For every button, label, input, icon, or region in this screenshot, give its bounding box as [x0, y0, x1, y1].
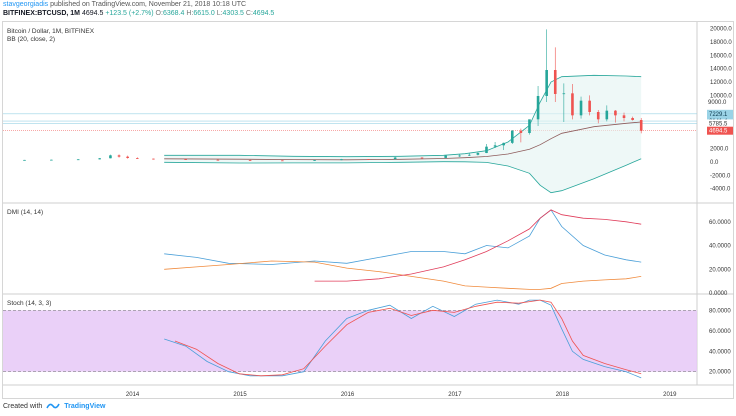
candle-body [622, 115, 626, 118]
candle-body [528, 119, 531, 133]
time-tick-label: 2016 [341, 392, 355, 398]
candle-body [50, 159, 53, 161]
price-tick-label: 9000.0 [708, 100, 727, 106]
candle-body [109, 155, 112, 159]
candle-body [545, 70, 548, 96]
price-tick-label: 10000.0 [710, 93, 732, 99]
candle-body [367, 159, 370, 160]
candle-body [458, 155, 461, 157]
candle-body [444, 155, 447, 158]
candle-body [596, 112, 600, 120]
stoch-pane-title: Stoch (14, 3, 3) [7, 300, 51, 307]
bb-indicator-label: BB (20, close, 2) [7, 36, 55, 43]
candle-body [117, 155, 121, 157]
candle-body [553, 70, 557, 94]
dmi-tick-label: 0.0000 [709, 291, 728, 297]
candle-body [485, 146, 488, 153]
bb-basis-price-tag: 5785.5 [709, 121, 728, 127]
dmi-tick-label: 40.0000 [709, 244, 731, 250]
candle-body [562, 93, 566, 95]
dmi-pane-title: DMI (14, 14) [7, 209, 43, 216]
candle-body [340, 159, 343, 161]
time-tick-label: 2015 [233, 392, 247, 398]
candle-body [393, 157, 397, 160]
candle-body [152, 158, 155, 160]
candle-body [136, 158, 139, 159]
price-tick-label: -2000.0 [710, 173, 731, 179]
candle-body [493, 145, 497, 147]
time-tick-label: 2019 [663, 392, 677, 398]
price-tick-label: 18000.0 [710, 40, 732, 46]
stoch-tick-label: 40.0000 [709, 349, 731, 355]
candle-body [536, 96, 540, 120]
candle-body [126, 156, 129, 158]
candle-body [605, 110, 609, 120]
stoch-tick-label: 20.0000 [709, 370, 731, 376]
candle-body [420, 157, 424, 159]
price-tick-label: 14000.0 [710, 67, 732, 73]
price-tick-label: 2000.0 [710, 147, 729, 153]
di-plus-line [164, 209, 642, 265]
last-price-tag: 4694.5 [709, 129, 728, 135]
main-pane-title: Bitcoin / Dollar, 1M, BITFINEX [7, 28, 95, 35]
candle-body [510, 130, 514, 143]
chart-canvas[interactable]: -4000.0 -2000.0 0.0 2000.0 10000.0 12000.0 140… [0, 0, 736, 416]
tradingview-logo-icon [46, 403, 61, 409]
price-tick-label: 20000.0 [710, 27, 732, 33]
candle-body [639, 120, 643, 131]
adx-line [314, 209, 642, 282]
dmi-tick-label: 60.0000 [709, 220, 731, 226]
candle-body [588, 100, 591, 112]
price-tick-label: 0.0 [710, 160, 719, 166]
price-tick-label: -4000.0 [710, 187, 731, 193]
candle-body [502, 142, 505, 146]
candle-body [281, 160, 284, 162]
tradingview-brand[interactable]: TradingView [64, 403, 105, 410]
time-tick-label: 2018 [556, 392, 570, 398]
bb-upper-price-tag: 7229.1 [709, 112, 728, 118]
time-tick-label: 2014 [126, 392, 140, 398]
candle-body [216, 159, 220, 161]
candle-body [184, 159, 187, 160]
price-tick-label: 12000.0 [710, 80, 732, 86]
candle-body [571, 93, 574, 116]
dmi-tick-label: 20.0000 [709, 267, 731, 273]
candle-body [313, 160, 316, 161]
candle-body [76, 159, 80, 161]
stoch-tick-label: 60.0000 [709, 329, 731, 335]
candle-body [476, 153, 480, 155]
footer: Created with TradingView [3, 402, 105, 410]
time-tick-label: 2017 [448, 392, 462, 398]
candle-body [23, 159, 26, 161]
candle-body [579, 100, 583, 116]
candle-body [248, 160, 252, 161]
candle-body [98, 158, 101, 160]
candle-body [631, 118, 634, 120]
bb-fill [164, 75, 642, 193]
candle-body [467, 154, 471, 156]
candle-body [614, 110, 617, 116]
stoch-tick-label: 80.0000 [709, 308, 731, 314]
created-with-text: Created with [3, 402, 43, 410]
price-tick-label: 16000.0 [710, 53, 732, 59]
candle-body [519, 130, 523, 133]
